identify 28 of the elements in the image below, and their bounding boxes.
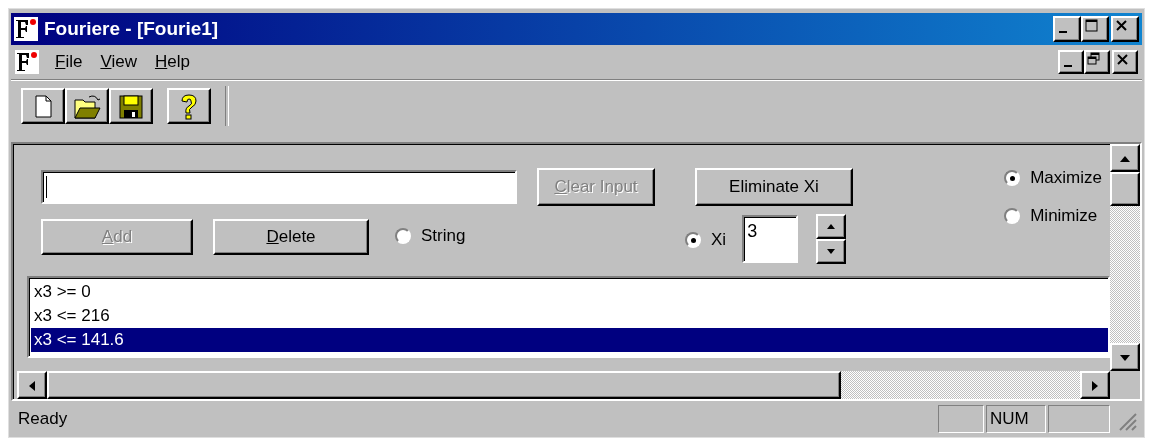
status-text: Ready bbox=[17, 409, 69, 429]
list-item[interactable]: x3 <= 141.6 bbox=[31, 328, 1108, 352]
delete-button[interactable]: Delete bbox=[213, 219, 369, 255]
xi-value-field[interactable]: 3 bbox=[742, 215, 799, 263]
radio-button[interactable] bbox=[685, 232, 701, 249]
list-item[interactable]: x3 >= 0 bbox=[31, 280, 1108, 304]
app-logo-icon bbox=[14, 17, 38, 41]
radio-button[interactable] bbox=[1004, 208, 1021, 224]
vertical-scrollbar[interactable] bbox=[1110, 144, 1140, 371]
input-field[interactable] bbox=[41, 170, 517, 204]
eliminate-button[interactable]: Eliminate Xi bbox=[695, 168, 853, 206]
radio-button[interactable] bbox=[395, 227, 411, 244]
status-panel bbox=[1048, 405, 1110, 433]
radio-label: Maximize bbox=[1030, 168, 1102, 188]
radio-label: String bbox=[421, 225, 466, 246]
scroll-thumb[interactable] bbox=[1110, 172, 1140, 206]
menu-item[interactable]: File bbox=[53, 52, 85, 72]
scroll-thumb[interactable] bbox=[47, 371, 841, 399]
list-item[interactable]: x3 <= 216 bbox=[31, 304, 1108, 328]
menu-item[interactable]: View bbox=[98, 52, 139, 72]
radio-label: Minimize bbox=[1030, 206, 1098, 226]
status-indicator: NUM bbox=[986, 405, 1046, 433]
radio-label: Xi bbox=[711, 230, 727, 251]
window-title: Fouriere - [Fourie1] bbox=[44, 18, 220, 40]
radio-button[interactable] bbox=[1004, 170, 1021, 186]
document-logo-icon bbox=[15, 50, 39, 74]
menu-item[interactable]: Help bbox=[152, 52, 192, 72]
status-panel bbox=[938, 405, 984, 433]
